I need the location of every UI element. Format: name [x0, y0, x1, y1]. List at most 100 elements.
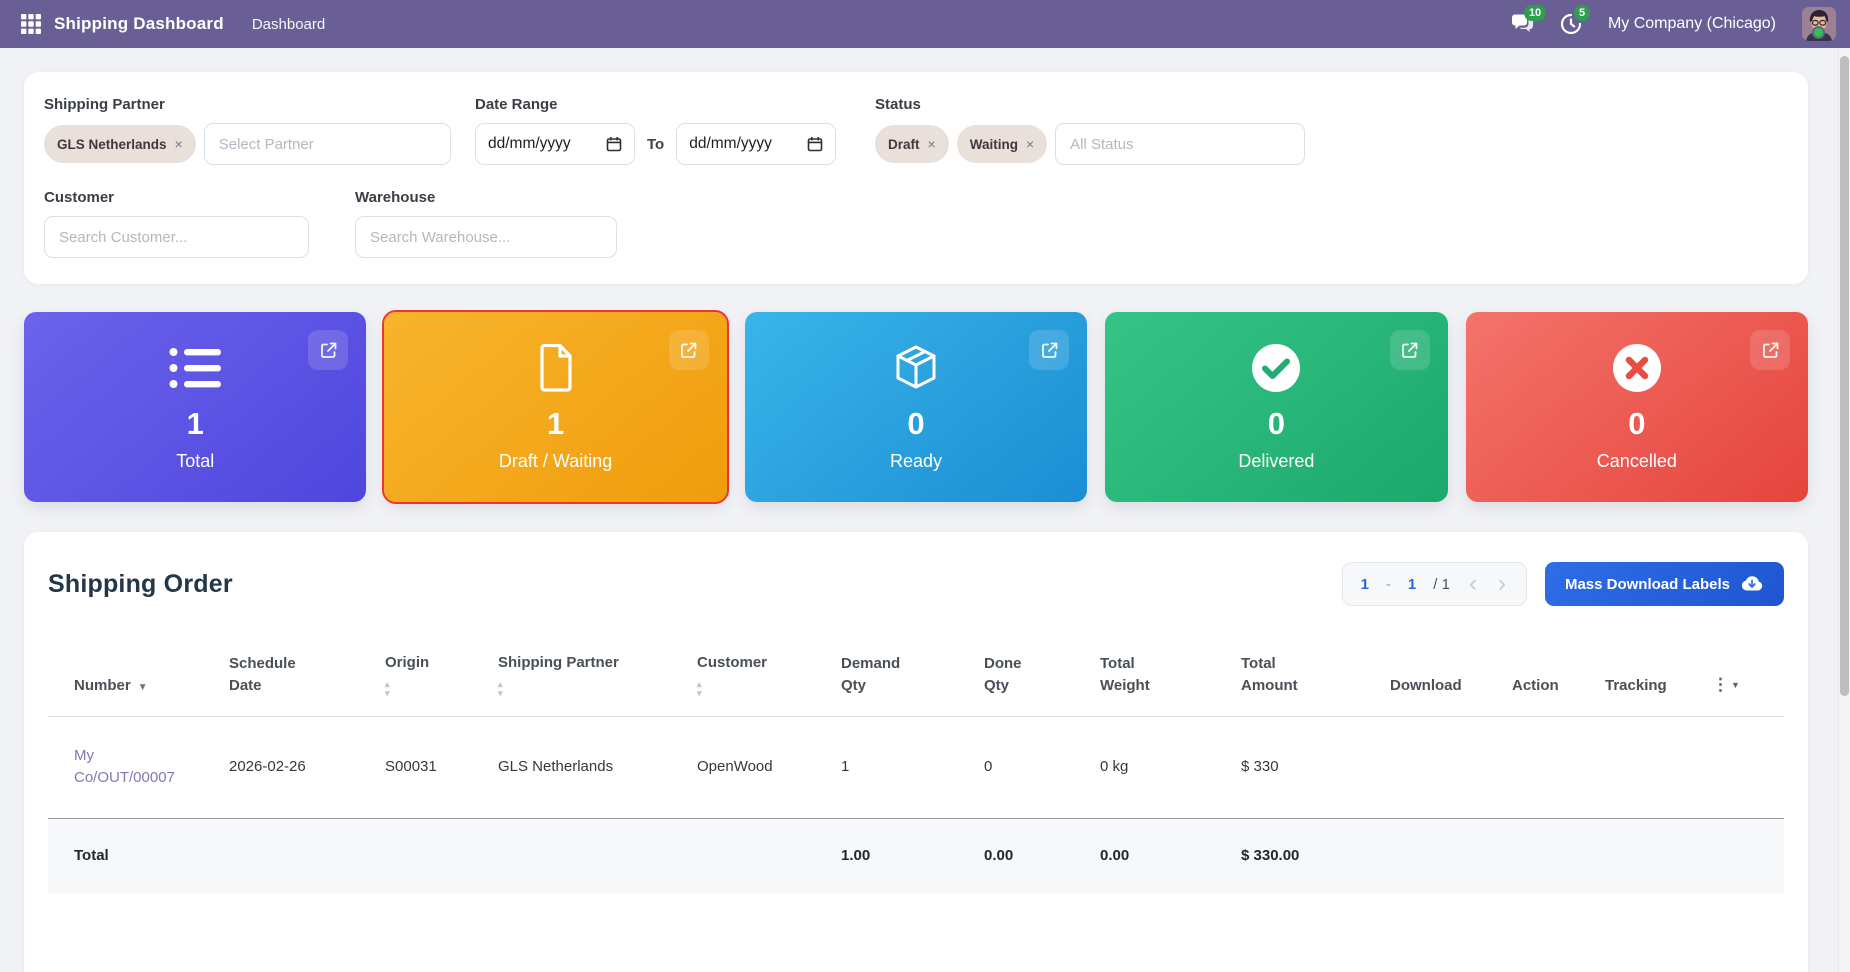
- customer-label: Customer: [44, 189, 115, 206]
- external-link-icon[interactable]: [308, 330, 349, 370]
- mass-download-button[interactable]: Mass Download Labels: [1544, 562, 1784, 606]
- shipping-partner-tag: GLS Netherlands ×: [44, 125, 196, 163]
- filter-status: Status Draft × Waiting ×: [875, 96, 1306, 165]
- sort-icons: ▴ ▾: [498, 678, 503, 698]
- tag-label: Draft: [888, 136, 920, 152]
- cube-icon: [892, 342, 940, 394]
- stat-count: 0: [1267, 406, 1286, 441]
- stat-count: 0: [907, 406, 925, 441]
- col-shipping-partner[interactable]: Shipping Partner ▴ ▾: [498, 652, 697, 717]
- warehouse-search-input[interactable]: [355, 216, 617, 258]
- page-start[interactable]: 1: [1361, 576, 1369, 593]
- col-number[interactable]: Number ▼: [48, 652, 229, 717]
- vertical-scrollbar[interactable]: [1838, 48, 1850, 972]
- filter-warehouse: Warehouse: [355, 189, 617, 258]
- stat-label: Delivered: [1238, 451, 1315, 471]
- footer-demand-qty: 1.00: [841, 817, 984, 893]
- list-icon: [169, 342, 222, 394]
- online-status-dot: [1812, 26, 1825, 39]
- stat-card-draft-waiting[interactable]: 1 Draft / Waiting: [382, 310, 729, 504]
- col-done-qty: Done Qty: [984, 652, 1100, 717]
- cell-demand-qty: 1: [841, 757, 850, 775]
- mass-download-label: Mass Download Labels: [1564, 575, 1730, 593]
- shipping-partner-input[interactable]: [203, 123, 451, 165]
- stat-card-cancelled[interactable]: 0 Cancelled: [1465, 312, 1809, 502]
- external-link-icon[interactable]: [668, 330, 709, 370]
- company-switcher[interactable]: My Company (Chicago): [1608, 15, 1776, 33]
- stat-label: Total: [176, 451, 215, 471]
- filter-date-range: Date Range dd/mm/yyyy To dd/mm/yyyy: [475, 96, 851, 165]
- external-link-icon[interactable]: [1389, 330, 1430, 370]
- cell-origin: S00031: [385, 757, 437, 775]
- col-tracking: Tracking: [1605, 652, 1712, 717]
- col-demand-qty: Demand Qty: [841, 652, 984, 717]
- filter-customer: Customer: [44, 189, 331, 258]
- date-to-input[interactable]: dd/mm/yyyy: [676, 123, 837, 165]
- date-range-label: Date Range: [475, 96, 558, 113]
- col-customer[interactable]: Customer ▴ ▾: [697, 652, 841, 717]
- cell-done-qty: 0: [984, 757, 993, 775]
- date-to-value: dd/mm/yyyy: [689, 135, 772, 152]
- navbar: Shipping Dashboard Dashboard 10 5 My Com…: [0, 0, 1850, 48]
- tag-remove-icon[interactable]: ×: [928, 136, 936, 152]
- col-schedule-date: Schedule Date: [229, 652, 385, 717]
- cell-customer: OpenWood: [697, 757, 773, 775]
- status-label: Status: [875, 96, 921, 113]
- page-separator: -: [1385, 575, 1391, 593]
- pagination: 1 - 1 / 1 ‹ ›: [1341, 562, 1527, 606]
- stat-card-delivered[interactable]: 0 Delivered: [1105, 312, 1448, 502]
- check-circle-icon: [1251, 342, 1301, 394]
- x-circle-icon: [1612, 342, 1662, 394]
- col-total-weight: Total Weight: [1100, 652, 1241, 717]
- table-footer-row: Total 1.00 0.00 0.00 $ 330.00: [48, 817, 1784, 893]
- tag-label: GLS Netherlands: [57, 136, 167, 152]
- cell-options: [1712, 716, 1784, 818]
- stat-label: Cancelled: [1596, 451, 1677, 471]
- messages-button[interactable]: 10: [1510, 5, 1547, 35]
- cell-tracking: [1605, 716, 1712, 818]
- status-input[interactable]: [1055, 123, 1306, 165]
- stat-card-total[interactable]: 1 Total: [24, 312, 367, 502]
- stat-count: 1: [186, 406, 204, 441]
- col-options[interactable]: ⋮ ▼: [1712, 652, 1784, 717]
- nav-dashboard[interactable]: Dashboard: [252, 16, 325, 33]
- filter-shipping-partner: Shipping Partner GLS Netherlands ×: [44, 96, 451, 165]
- col-origin[interactable]: Origin ▴ ▾: [385, 652, 498, 717]
- footer-total-weight: 0.00: [1100, 817, 1241, 893]
- sort-icons: ▴ ▾: [697, 678, 702, 698]
- chevron-right-icon[interactable]: ›: [1496, 572, 1508, 596]
- cell-total-weight: 0 kg: [1100, 757, 1129, 775]
- scrollbar-thumb[interactable]: [1840, 56, 1849, 696]
- date-to-label: To: [647, 135, 665, 153]
- stat-count: 1: [546, 406, 565, 441]
- tag-remove-icon[interactable]: ×: [1026, 136, 1034, 152]
- activities-badge: 5: [1573, 5, 1591, 21]
- footer-total-label: Total: [48, 817, 229, 893]
- stat-count: 0: [1628, 406, 1646, 441]
- order-number-link[interactable]: My Co/OUT/00007: [74, 745, 175, 790]
- calendar-icon: [807, 136, 823, 152]
- activities-button[interactable]: 5: [1560, 5, 1591, 35]
- section-title: Shipping Order: [48, 569, 233, 598]
- chevron-left-icon[interactable]: ‹: [1467, 572, 1479, 596]
- external-link-icon[interactable]: [1029, 330, 1070, 370]
- apps-grid-icon[interactable]: [18, 11, 44, 37]
- date-from-input[interactable]: dd/mm/yyyy: [475, 123, 635, 165]
- sort-desc-icon: ▼: [137, 682, 148, 693]
- document-icon: [536, 342, 576, 394]
- cell-total-amount: $ 330: [1241, 757, 1279, 775]
- column-options-icon[interactable]: ⋮ ▼: [1712, 675, 1740, 694]
- stat-cards-row: 1 Total 1 Draft / Waiting 0 Ready 0 Deli…: [24, 310, 1809, 504]
- external-link-icon[interactable]: [1750, 330, 1791, 370]
- app-title[interactable]: Shipping Dashboard: [54, 14, 224, 34]
- page-end[interactable]: 1: [1408, 576, 1416, 593]
- status-tag-draft: Draft ×: [875, 125, 949, 163]
- customer-search-input[interactable]: [44, 216, 309, 258]
- shipping-partner-label: Shipping Partner: [44, 96, 165, 113]
- tag-label: Waiting: [969, 136, 1018, 152]
- cell-action: [1512, 716, 1605, 818]
- cell-schedule-date: 2026-02-26: [229, 757, 306, 775]
- tag-remove-icon[interactable]: ×: [175, 136, 183, 152]
- calendar-icon: [606, 136, 622, 152]
- stat-card-ready[interactable]: 0 Ready: [744, 312, 1088, 502]
